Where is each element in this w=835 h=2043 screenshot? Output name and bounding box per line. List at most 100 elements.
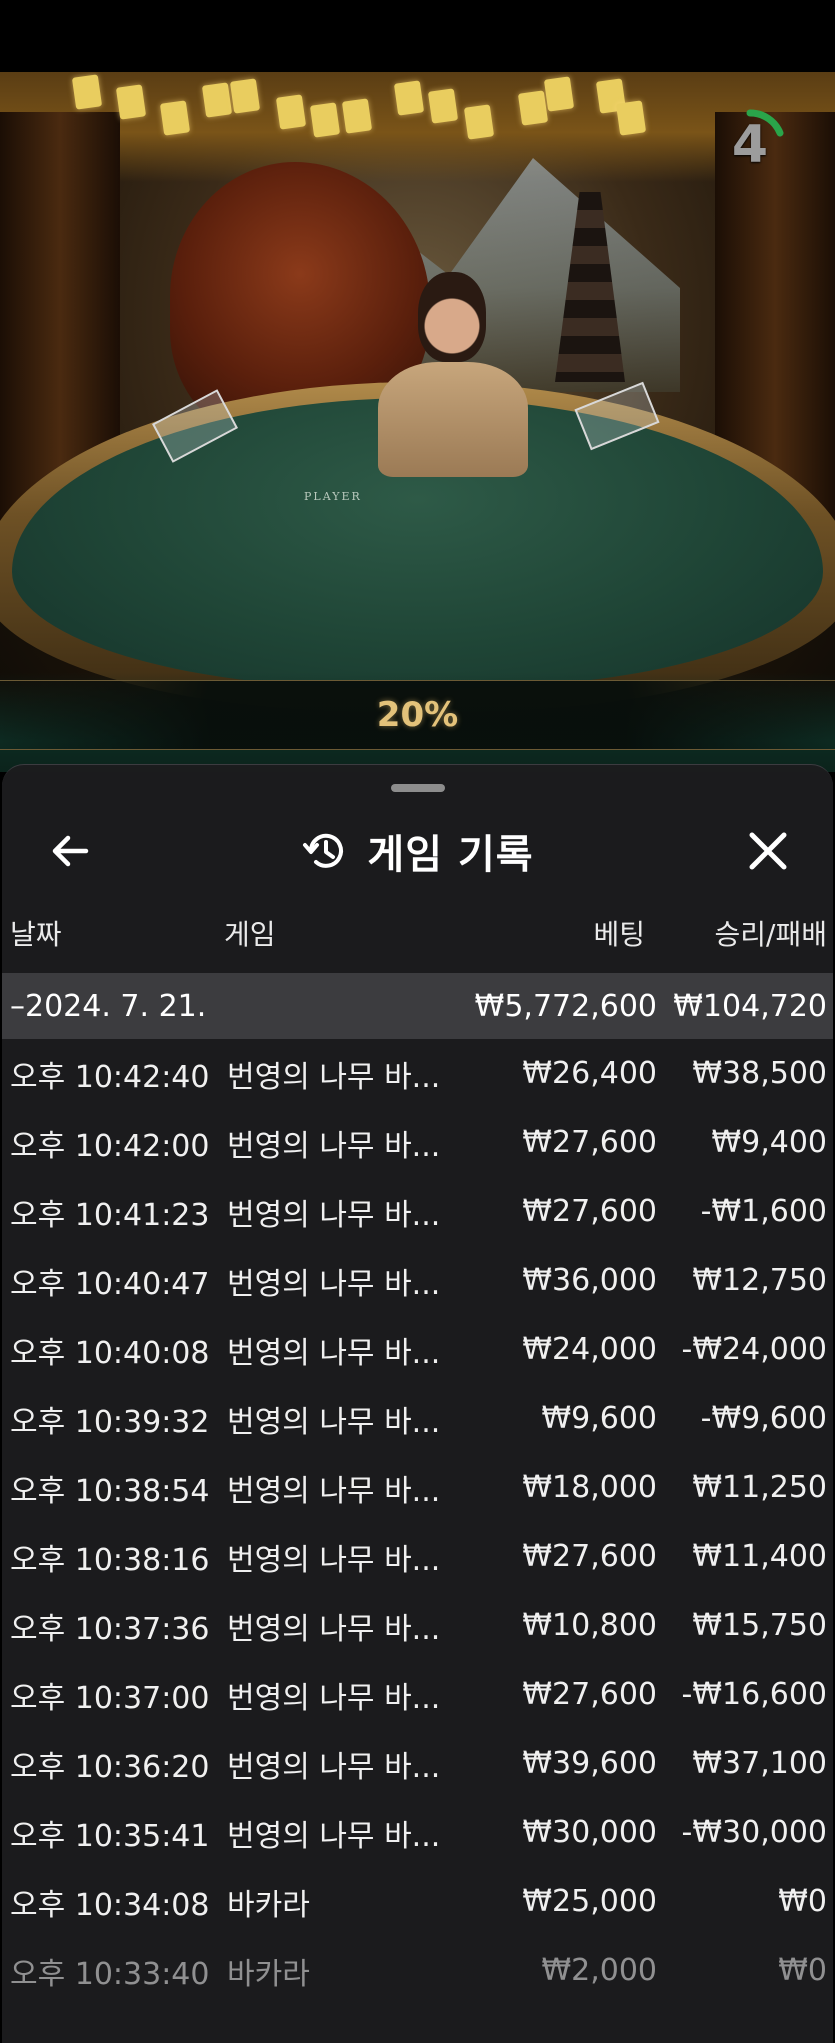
row-time: 오후 10:40:47 <box>10 1266 210 1302</box>
row-bet: ₩18,000 <box>522 1470 657 1505</box>
history-row[interactable]: 오후 10:42:00 번영의 나무 바... ₩27,600 ₩9,400 <box>2 1108 833 1177</box>
row-result: ₩38,500 <box>692 1056 827 1091</box>
history-row[interactable]: 오후 10:35:41 번영의 나무 바... ₩30,000 -₩30,000 <box>2 1798 833 1867</box>
row-game: 번영의 나무 바... <box>227 1749 441 1785</box>
summary-date: –2024. 7. 21. <box>10 988 207 1024</box>
row-time: 오후 10:38:54 <box>10 1473 210 1509</box>
hanging-card <box>201 82 233 118</box>
promo-banner: 20% <box>0 680 835 750</box>
status-bar <box>0 0 835 72</box>
row-game: 번영의 나무 바... <box>227 1818 441 1854</box>
history-row[interactable]: 오후 10:37:36 번영의 나무 바... ₩10,800 ₩15,750 <box>2 1591 833 1660</box>
history-row[interactable]: 오후 10:34:08 바카라 ₩25,000 ₩0 <box>2 1867 833 1936</box>
promo-label: 20% <box>376 695 459 735</box>
row-result: -₩30,000 <box>681 1815 827 1850</box>
hanging-card <box>341 98 373 134</box>
hanging-card <box>463 104 495 140</box>
countdown-timer: 4 <box>710 105 790 185</box>
row-result: ₩11,400 <box>692 1539 827 1574</box>
date-summary-row[interactable]: –2024. 7. 21. ₩5,772,600 ₩104,720 <box>2 973 833 1039</box>
hanging-card <box>229 78 261 114</box>
row-bet: ₩9,600 <box>541 1401 657 1436</box>
row-result: ₩37,100 <box>692 1746 827 1781</box>
row-time: 오후 10:36:20 <box>10 1749 210 1785</box>
row-bet: ₩27,600 <box>522 1125 657 1160</box>
history-row[interactable]: 오후 10:38:16 번영의 나무 바... ₩27,600 ₩11,400 <box>2 1522 833 1591</box>
row-game: 번영의 나무 바... <box>227 1128 441 1164</box>
row-bet: ₩24,000 <box>522 1332 657 1367</box>
row-bet: ₩39,600 <box>522 1746 657 1781</box>
history-row[interactable]: 오후 10:38:54 번영의 나무 바... ₩18,000 ₩11,250 <box>2 1453 833 1522</box>
hanging-card <box>427 88 459 124</box>
row-time: 오후 10:40:08 <box>10 1335 210 1371</box>
column-result[interactable]: 승리/패배 <box>715 913 827 953</box>
row-game: 번영의 나무 바... <box>227 1542 441 1578</box>
row-game: 번영의 나무 바... <box>227 1266 441 1302</box>
history-row[interactable]: 오후 10:42:40 번영의 나무 바... ₩26,400 ₩38,500 <box>2 1039 833 1108</box>
column-game[interactable]: 게임 <box>224 913 276 953</box>
column-bet[interactable]: 베팅 <box>593 913 645 953</box>
row-time: 오후 10:38:16 <box>10 1542 210 1578</box>
game-history-sheet: 게임 기록 날짜 게임 베팅 승리/패배 –2024. 7. 21. ₩5,77… <box>2 764 833 2043</box>
history-row[interactable]: 오후 10:41:23 번영의 나무 바... ₩27,600 -₩1,600 <box>2 1177 833 1246</box>
hanging-card <box>115 84 147 120</box>
row-result: ₩0 <box>778 1953 827 1988</box>
row-game: 번영의 나무 바... <box>227 1611 441 1647</box>
drag-handle[interactable] <box>391 784 445 792</box>
close-icon <box>749 832 787 870</box>
column-date[interactable]: 날짜 <box>10 913 62 953</box>
row-time: 오후 10:42:40 <box>10 1059 210 1095</box>
dealer-body <box>378 362 528 477</box>
row-bet: ₩30,000 <box>522 1815 657 1850</box>
close-button[interactable] <box>740 823 796 879</box>
row-game: 번영의 나무 바... <box>227 1404 441 1440</box>
history-row[interactable]: 오후 10:39:32 번영의 나무 바... ₩9,600 -₩9,600 <box>2 1384 833 1453</box>
row-game: 번영의 나무 바... <box>227 1059 441 1095</box>
row-result: ₩0 <box>778 1884 827 1919</box>
timer-value: 4 <box>731 115 769 175</box>
row-bet: ₩2,000 <box>541 1953 657 1988</box>
row-game: 번영의 나무 바... <box>227 1473 441 1509</box>
row-bet: ₩27,600 <box>522 1194 657 1229</box>
summary-bet: ₩5,772,600 <box>474 988 657 1024</box>
history-row[interactable]: 오후 10:40:47 번영의 나무 바... ₩36,000 ₩12,750 <box>2 1246 833 1315</box>
sheet-header: 게임 기록 <box>2 805 833 905</box>
row-time: 오후 10:41:23 <box>10 1197 210 1233</box>
hanging-card <box>159 100 191 136</box>
row-result: ₩15,750 <box>692 1608 827 1643</box>
hanging-card <box>71 74 103 110</box>
dealer-head <box>418 272 486 362</box>
history-icon <box>303 833 344 868</box>
history-row[interactable]: 오후 10:37:00 번영의 나무 바... ₩27,600 -₩16,600 <box>2 1660 833 1729</box>
row-time: 오후 10:33:40 <box>10 1956 210 1992</box>
row-result: ₩11,250 <box>692 1470 827 1505</box>
row-result: -₩16,600 <box>681 1677 827 1712</box>
row-bet: ₩25,000 <box>522 1884 657 1919</box>
hanging-card <box>615 100 647 136</box>
column-headers: 날짜 게임 베팅 승리/패배 <box>2 913 833 957</box>
history-row[interactable]: 오후 10:33:40 바카라 ₩2,000 ₩0 <box>2 1936 833 2005</box>
hanging-card <box>543 76 575 112</box>
row-bet: ₩27,600 <box>522 1677 657 1712</box>
row-time: 오후 10:37:36 <box>10 1611 210 1647</box>
history-row[interactable]: 오후 10:36:20 번영의 나무 바... ₩39,600 ₩37,100 <box>2 1729 833 1798</box>
row-time: 오후 10:34:08 <box>10 1887 210 1923</box>
row-time: 오후 10:42:00 <box>10 1128 210 1164</box>
sheet-title: 게임 기록 <box>367 832 534 878</box>
row-game: 번영의 나무 바... <box>227 1680 441 1716</box>
row-game: 번영의 나무 바... <box>227 1335 441 1371</box>
row-result: -₩24,000 <box>681 1332 827 1367</box>
history-row[interactable]: 오후 10:40:08 번영의 나무 바... ₩24,000 -₩24,000 <box>2 1315 833 1384</box>
table-player-label: PLAYER <box>304 490 362 503</box>
hanging-card <box>309 102 341 138</box>
row-time: 오후 10:37:00 <box>10 1680 210 1716</box>
row-game: 바카라 <box>227 1956 310 1992</box>
hanging-card <box>275 94 307 130</box>
row-result: ₩12,750 <box>692 1263 827 1298</box>
row-bet: ₩10,800 <box>522 1608 657 1643</box>
row-result: -₩1,600 <box>700 1194 827 1229</box>
row-time: 오후 10:35:41 <box>10 1818 210 1854</box>
row-bet: ₩26,400 <box>522 1056 657 1091</box>
hanging-card <box>393 80 425 116</box>
row-result: ₩9,400 <box>711 1125 827 1160</box>
